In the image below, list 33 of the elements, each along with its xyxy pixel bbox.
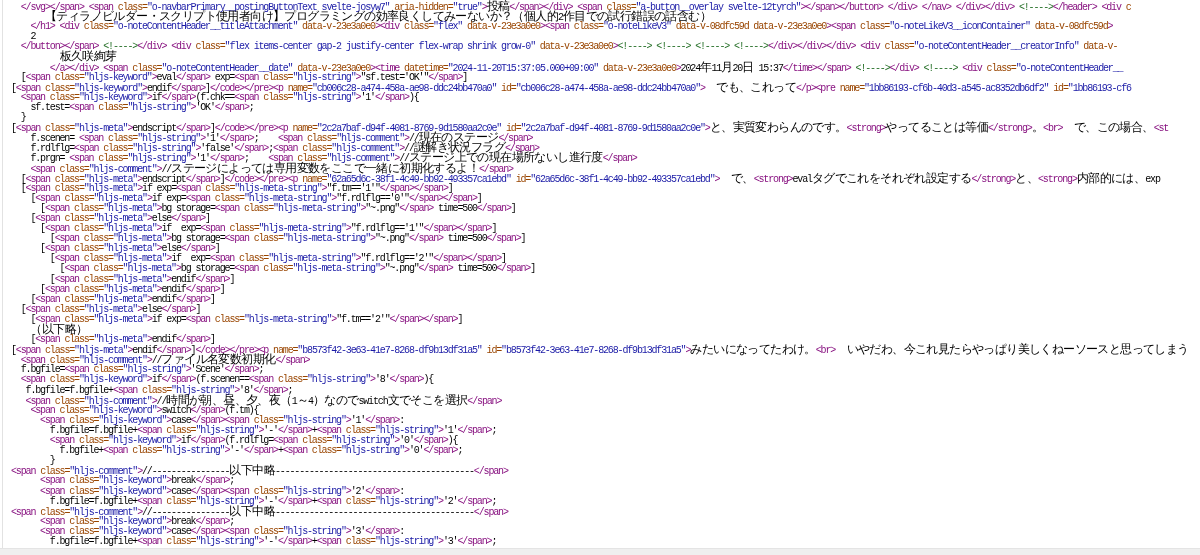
source-line: <span class="hljs-comment">//----------------以下中略-----------------------------------------</span> xyxy=(11,466,508,477)
source-line: <span class="hljs-keyword">case</span><span class="hljs-string">'1'</span>: xyxy=(40,415,405,426)
source-line: <span class="hljs-keyword">if</span>(f.chk==<span class="hljs-string">'1'</span>){ xyxy=(20,92,419,103)
source-line: <span class="hljs-keyword">switch</span>(f.tm){ xyxy=(30,405,259,416)
source-line: sf.test=<span class="hljs-string">'OK'</span>; xyxy=(30,102,254,114)
source-line: <span class="hljs-keyword">case</span><span class="hljs-string">'2'</span>: xyxy=(39,486,405,497)
source-line: </a></div> <span class="o-noteContentHeader__date" data-v-23e3a0e0><time datetime="2024-11-20T15:37:05.000+09:00" data-v-23e3a0e0>2024年11月20日 15:37</time></span> <!----></div> <!----> <div class="o-noteContentHeader__ xyxy=(49,62,1123,73)
source-line: 板久咲絢芽 xyxy=(59,52,117,63)
source-line: f.bgfile+<span class="hljs-string">'-'</span>+<span class="hljs-string">'0'</span>; xyxy=(59,446,463,457)
source-line: [<span class="hljs-meta">bg storage=<span class="hljs-meta-string">"~.png"</span> time=500</span>] xyxy=(40,203,516,214)
source-line: [<span class="hljs-keyword">eval</span> exp=<span class="hljs-string">"sf.test='OK'"</span>] xyxy=(19,72,468,83)
source-line: <span class="hljs-comment">//----------------以下中略-----------------------------------------</span> xyxy=(11,506,508,517)
source-line: [<span class="hljs-meta">endif</span>] xyxy=(49,274,235,285)
source-line: <span class="hljs-comment">//ステージによっては専用変数をここで一緒に初期化するよ！</span> xyxy=(30,163,513,174)
source-line: [<span class="hljs-meta">if exp=<span class="hljs-meta-string">"f.tm=='1'"</span></span>] xyxy=(19,183,453,194)
source-line: [<span class="hljs-meta">endif</span>] xyxy=(40,284,225,295)
source-line: } xyxy=(19,113,26,124)
source-line: </h1> <div class="o-noteContentHeader__titleAttachment" data-v-23e3a0e0><div class="flex" data-v-23e3a0e0><span class="o-noteLikeV3" data-v-08dfc59d data-v-23e3a0e0><span class="o-noteLikeV3__iconContainer" data-v-08dfc59d> xyxy=(29,22,1113,33)
source-line: } xyxy=(49,456,55,467)
source-line: [<span class="hljs-meta">endscript</span>]</code></pre><p name="62a65d6c-38f1-4c49-bb92-493357ca1ebd" id="62a65d6c-38f1-4c49-bb92-493357ca1ebd"> で、<strong>evalタグでこれをそれぞれ設定する</strong>と、<strong>内部的には、exp xyxy=(19,173,1160,184)
source-line: [<span class="hljs-meta">endif</span>] xyxy=(29,335,215,346)
source-line: [<span class="hljs-meta">endif</span>] xyxy=(30,294,215,305)
source-line: <span class="hljs-comment">//時間が朝、昼、夕、夜（1～4）なのでswitch文でそこを選択</span> xyxy=(24,395,502,406)
source-line: [<span class="hljs-keyword">endif</span>]</code></pre><p name="cb006c28-a474-458a-ae98-ddc24bb470a0" id="cb006c28-a474-458a-ae98-ddc24bb470a0"> でも、これって</p><pre name="1bb86193-cf6b-40d3-a545-ac8352db6df2" id="1bb86193-cf6 xyxy=(11,82,1131,93)
horizontal-scrollbar[interactable] xyxy=(0,548,1200,555)
source-line: f.bgfile=f.bgfile+<span class="hljs-string">'-'</span>+<span class="hljs-string">'3'</span>; xyxy=(49,536,497,548)
source-line: <span class="hljs-keyword">break</span>; xyxy=(39,476,235,487)
source-line: <span class="hljs-keyword">break</span>; xyxy=(39,516,235,527)
source-line: [<span class="hljs-meta">bg storage=<span class="hljs-meta-string">"~.png"</span> time=500</span>] xyxy=(59,264,536,275)
source-line: [<span class="hljs-meta">if exp=<span class="hljs-meta-string">"f.rdlflg=='0'"</span></span>] xyxy=(30,193,482,204)
source-line: <span class="hljs-keyword">if</span>(f.scenen==<span class="hljs-string">'8'</span>){ xyxy=(19,375,434,386)
source-line: <span class="hljs-keyword">case</span><span class="hljs-string">'3'</span>: xyxy=(39,526,405,537)
source-line: [<span class="hljs-meta">else</span>] xyxy=(19,304,201,315)
